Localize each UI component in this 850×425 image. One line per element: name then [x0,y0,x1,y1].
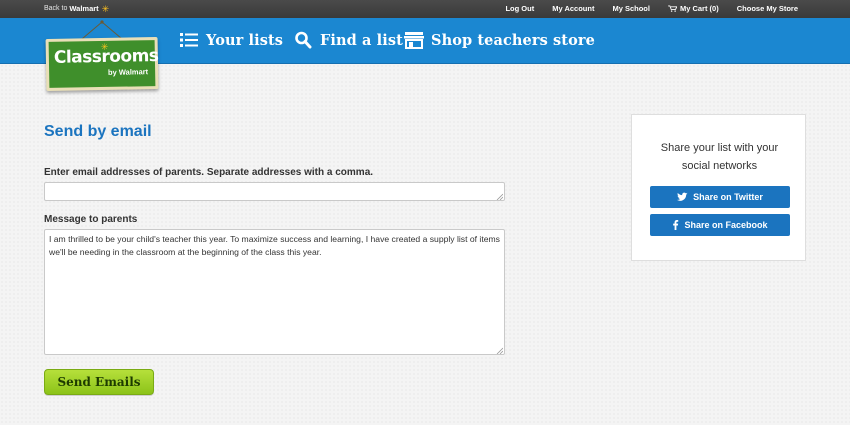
nav-shop-store-label: Shop teachers store [431,31,595,49]
cart-icon [668,5,677,12]
share-facebook-label: Share on Facebook [684,220,768,230]
choose-store-link[interactable]: Choose My Store [737,4,798,13]
cart-label: My Cart (0) [679,4,719,13]
nav-find-list-label: Find a list [320,31,403,49]
resize-grip-icon[interactable] [496,193,503,200]
nav-your-lists-label: Your lists [206,31,284,49]
classrooms-logo[interactable]: ✳ Classrooms by Walmart [45,37,159,91]
resize-grip-icon[interactable] [496,347,503,354]
share-heading: Share your list with your social network… [632,139,807,175]
my-cart-link[interactable]: My Cart (0) [668,4,719,13]
message-to-parents-field[interactable]: I am thrilled to be your child's teacher… [44,229,505,355]
share-heading-line2: social networks [681,160,758,172]
email-field-label: Enter email addresses of parents. Separa… [44,167,374,178]
back-to-walmart-link[interactable]: Back to Walmart ✳ [44,4,109,13]
my-account-link[interactable]: My Account [552,4,594,13]
back-to-label: Back to [44,5,68,12]
share-facebook-button[interactable]: Share on Facebook [650,214,790,236]
twitter-bird-icon [677,192,688,201]
search-icon [295,31,312,49]
logo-title: Classrooms [53,46,159,68]
page-title: Send by email [44,123,152,140]
logout-link[interactable]: Log Out [505,4,534,13]
walmart-brand-text: Walmart [69,4,99,13]
storefront-icon [404,32,424,49]
share-panel: Share your list with your social network… [631,114,806,261]
facebook-f-icon [673,220,679,230]
logo-byline: by Walmart [107,67,149,77]
share-heading-line1: Share your list with your [660,142,779,154]
account-links: Log Out My Account My School My Cart (0)… [505,4,798,13]
nav-your-lists[interactable]: Your lists [180,31,283,49]
share-twitter-button[interactable]: Share on Twitter [650,186,790,208]
message-field-label: Message to parents [44,214,138,225]
parent-emails-field[interactable] [44,182,505,201]
nav-find-list[interactable]: Find a list [294,31,403,49]
nav-shop-store[interactable]: Shop teachers store [404,31,595,49]
send-emails-button[interactable]: Send Emails [44,369,154,395]
list-icon [180,33,198,47]
my-school-link[interactable]: My School [612,4,650,13]
utility-bar: Back to Walmart ✳ Log Out My Account My … [0,0,850,18]
walmart-spark-icon: ✳ [101,3,110,14]
share-twitter-label: Share on Twitter [693,192,763,202]
